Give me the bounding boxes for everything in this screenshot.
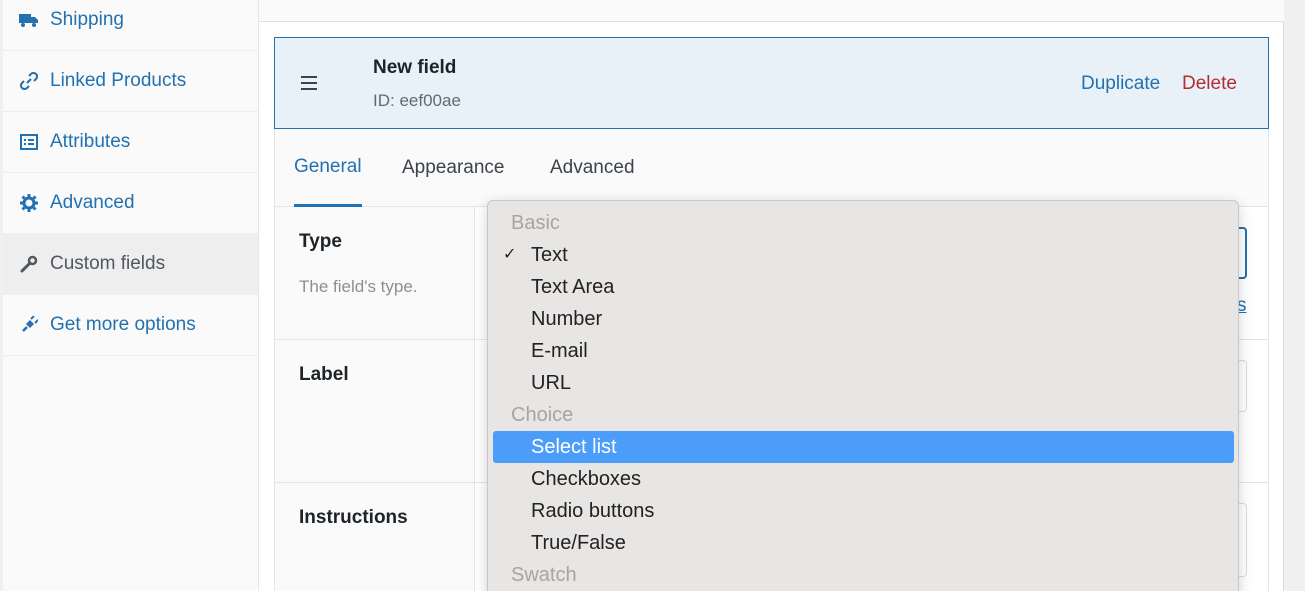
type-description: The field's type. [299,277,418,296]
sidebar-item-label: Advanced [50,192,135,213]
tab-advanced[interactable]: Advanced [550,129,635,207]
option-text[interactable]: ✓ Text [493,239,1234,271]
option-text-area[interactable]: Text Area [493,271,1234,303]
sidebar-item-shipping[interactable]: Shipping [3,0,258,51]
list-icon [19,132,39,152]
label-label: Label [299,364,349,385]
wrench-icon [19,254,39,274]
sidebar-item-label: Shipping [50,9,124,30]
duplicate-link[interactable]: Duplicate [1081,73,1160,95]
option-email[interactable]: E-mail [493,335,1234,367]
field-type-dropdown[interactable]: Basic ✓ Text Text Area Number E-mail URL… [487,200,1239,591]
sidebar-item-advanced[interactable]: Advanced [3,173,258,234]
check-icon: ✓ [503,246,517,263]
group-choice: Choice [511,404,574,426]
sidebar-item-label: Get more options [50,314,196,335]
panel-top-bar [259,0,1284,22]
truck-icon [19,10,39,30]
group-basic: Basic [511,212,560,234]
sidebar-item-label: Custom fields [50,253,166,274]
group-swatch: Swatch [511,564,577,586]
plugin-icon [19,315,39,335]
sidebar-item-linked-products[interactable]: Linked Products [3,51,258,112]
product-data-sidebar: Shipping Linked Products Attributes Adva… [3,0,259,591]
field-title: New field [373,57,457,78]
field-id: ID: eef00ae [373,91,461,110]
option-radio-buttons[interactable]: Radio buttons [493,495,1234,527]
option-number[interactable]: Number [493,303,1234,335]
drag-handle-icon[interactable] [301,76,317,90]
label-column [275,207,475,591]
gear-icon [19,193,39,213]
option-select-list[interactable]: Select list [493,431,1234,463]
tab-general[interactable]: General [294,129,362,207]
option-true-false[interactable]: True/False [493,527,1234,559]
tab-appearance[interactable]: Appearance [402,129,504,207]
sidebar-item-custom-fields[interactable]: Custom fields [3,234,258,295]
field-header[interactable]: New field ID: eef00ae Duplicate Delete [274,37,1269,129]
sidebar-item-label: Linked Products [50,70,187,91]
instructions-label: Instructions [299,507,408,528]
sidebar-item-label: Attributes [50,131,131,152]
sidebar-item-get-more-options[interactable]: Get more options [3,295,258,356]
link-icon [19,71,39,91]
field-tabs: General Appearance Advanced [274,129,1269,207]
option-checkboxes[interactable]: Checkboxes [493,463,1234,495]
type-label: Type [299,231,342,252]
delete-link[interactable]: Delete [1182,73,1237,95]
option-url[interactable]: URL [493,367,1234,399]
sidebar-item-attributes[interactable]: Attributes [3,112,258,173]
